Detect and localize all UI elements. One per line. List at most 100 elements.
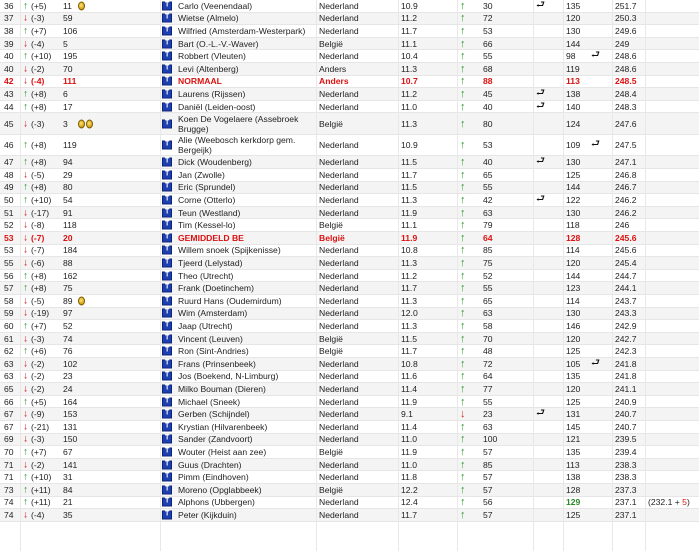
team-icon[interactable]: [162, 51, 172, 61]
team-icon[interactable]: [162, 119, 172, 129]
player-name[interactable]: Wim (Amsterdam): [178, 308, 247, 318]
player-name[interactable]: Jaap (Utrecht): [178, 321, 232, 331]
points-a: 40: [483, 157, 493, 168]
team-icon[interactable]: [162, 397, 172, 407]
arrow-up-icon: ↑: [23, 101, 28, 113]
player-name[interactable]: Theo (Utrecht): [178, 271, 233, 281]
player-name[interactable]: GEMIDDELD BE: [178, 233, 244, 243]
player-name[interactable]: Michael (Sneek): [178, 397, 240, 407]
player-name[interactable]: Eric (Sprundel): [178, 182, 235, 192]
player-name[interactable]: Sander (Zandvoort): [178, 434, 253, 444]
team-icon[interactable]: [162, 472, 172, 482]
player-name[interactable]: Krystian (Hilvarenbeek): [178, 422, 267, 432]
player-name[interactable]: Jan (Zwolle): [178, 170, 225, 180]
team-icon[interactable]: [162, 371, 172, 381]
team-icon[interactable]: [162, 102, 172, 112]
trend-up-icon: ↑: [460, 206, 466, 219]
player-name[interactable]: Wouter (Heist aan zee): [178, 447, 266, 457]
team-icon[interactable]: [162, 170, 172, 180]
points-b: 109: [566, 140, 581, 151]
team-icon[interactable]: [162, 64, 172, 74]
team-icon[interactable]: [162, 308, 172, 318]
team-icon[interactable]: [162, 208, 172, 218]
rank-number: 63: [4, 358, 14, 369]
team-icon[interactable]: [162, 346, 172, 356]
team-icon[interactable]: [162, 140, 172, 150]
player-name[interactable]: Tjeerd (Lelystad): [178, 258, 242, 268]
rank-change: (-4): [31, 76, 45, 87]
team-icon[interactable]: [162, 76, 172, 86]
player-name[interactable]: Dick (Woudenberg): [178, 157, 252, 167]
team-icon[interactable]: [162, 233, 172, 243]
country: Nederland: [319, 295, 359, 306]
player-name[interactable]: Vincent (Leuven): [178, 334, 243, 344]
rank-change: (-5): [31, 295, 45, 306]
rank-number: 44: [4, 101, 14, 112]
player-name[interactable]: Robbert (Vleuten): [178, 51, 246, 61]
team-icon[interactable]: [162, 258, 172, 268]
player-name[interactable]: Teun (Westland): [178, 208, 240, 218]
team-icon[interactable]: [162, 384, 172, 394]
team-icon[interactable]: [162, 334, 172, 344]
team-icon[interactable]: [162, 434, 172, 444]
player-name[interactable]: Peter (Kijkduin): [178, 510, 237, 520]
player-name[interactable]: Gerben (Schijndel): [178, 409, 250, 419]
team-icon[interactable]: [162, 271, 172, 281]
player-name[interactable]: Moreno (Opglabbeek): [178, 485, 262, 495]
team-icon[interactable]: [162, 13, 172, 23]
team-icon[interactable]: [162, 321, 172, 331]
team-icon[interactable]: [162, 283, 172, 293]
rank-change: (-2): [31, 459, 45, 470]
player-name[interactable]: Levi (Altenberg): [178, 64, 239, 74]
player-name[interactable]: Wilfried (Amsterdam-Westerpark): [178, 26, 305, 36]
player-name[interactable]: Jos (Boekend, N-Limburg): [178, 371, 278, 381]
team-icon[interactable]: [162, 182, 172, 192]
player-name[interactable]: Koen De Vogelaere (Assebroek Brugge): [178, 114, 318, 134]
rank-change: (+8): [31, 182, 47, 193]
player-name[interactable]: Carlo (Veenendaal): [178, 1, 252, 11]
player-name[interactable]: Laurens (Rijssen): [178, 89, 245, 99]
team-icon[interactable]: [162, 485, 172, 495]
team-icon[interactable]: [162, 157, 172, 167]
total-points: 246.2: [615, 207, 637, 218]
player-name[interactable]: Frans (Prinsenbeek): [178, 359, 256, 369]
total-points: 251.7: [615, 0, 637, 11]
team-icon[interactable]: [162, 447, 172, 457]
rank-number: 70: [4, 446, 14, 457]
team-icon[interactable]: [162, 89, 172, 99]
team-icon[interactable]: [162, 26, 172, 36]
player-name[interactable]: Wietse (Almelo): [178, 13, 239, 23]
team-icon[interactable]: [162, 245, 172, 255]
player-name[interactable]: Pimm (Eindhoven): [178, 472, 249, 482]
player-name[interactable]: Alphons (Ubbergen): [178, 497, 255, 507]
arrow-up-icon: ↑: [23, 194, 28, 206]
player-name[interactable]: Daniël (Leiden-oost): [178, 102, 255, 112]
team-icon[interactable]: [162, 296, 172, 306]
team-icon[interactable]: [162, 220, 172, 230]
player-name[interactable]: Corne (Otterlo): [178, 195, 235, 205]
trend-up-icon: ↑: [460, 87, 466, 100]
team-icon[interactable]: [162, 39, 172, 49]
team-icon[interactable]: [162, 195, 172, 205]
player-name[interactable]: Ron (Sint-Andries): [178, 346, 249, 356]
team-icon[interactable]: [162, 510, 172, 520]
previous-score: 162: [63, 270, 78, 281]
trend-up-icon: ↑: [460, 496, 466, 509]
player-name[interactable]: Willem snoek (Spijkenisse): [178, 245, 281, 255]
player-name[interactable]: NORMAAL: [178, 76, 222, 86]
player-name[interactable]: Bart (O.-L.-V.-Waver): [178, 39, 259, 49]
team-icon[interactable]: [162, 497, 172, 507]
score: 11.1: [401, 220, 418, 231]
player-name[interactable]: Tim (Kessel-lo): [178, 220, 235, 230]
team-icon[interactable]: [162, 1, 172, 11]
team-icon[interactable]: [162, 422, 172, 432]
player-name[interactable]: Ruurd Hans (Oudemirdum): [178, 296, 282, 306]
country: Nederland: [319, 459, 359, 470]
team-icon[interactable]: [162, 460, 172, 470]
player-name[interactable]: Alie (Weebosch kerkdorp gem. Bergeijk): [178, 135, 318, 155]
player-name[interactable]: Guus (Drachten): [178, 460, 242, 470]
player-name[interactable]: Frank (Doetinchem): [178, 283, 254, 293]
team-icon[interactable]: [162, 359, 172, 369]
player-name[interactable]: Milko Bouman (Dieren): [178, 384, 266, 394]
team-icon[interactable]: [162, 409, 172, 419]
